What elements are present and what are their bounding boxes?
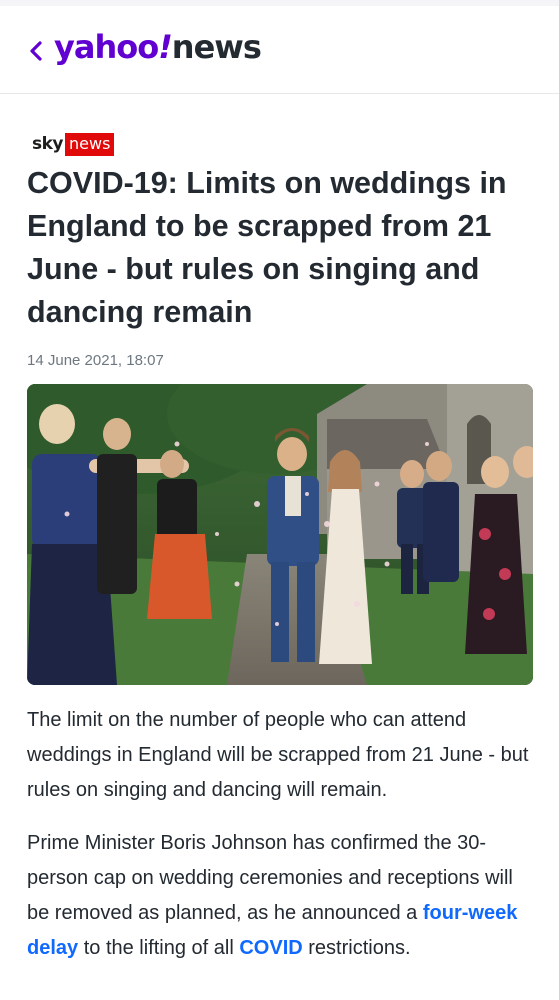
sky-news-logo[interactable]: sky news xyxy=(32,132,115,156)
logo-bang: ! xyxy=(158,28,173,66)
article-date: 14 June 2021, 18:07 xyxy=(27,352,164,369)
source-sky: sky xyxy=(32,134,64,154)
article-headline: COVID-19: Limits on weddings in England … xyxy=(27,166,507,329)
app-header: yahoo! news xyxy=(0,6,559,94)
article-paragraph-2: Prime Minister Boris Johnson has confirm… xyxy=(27,826,533,966)
chevron-left-icon xyxy=(30,41,42,61)
paragraph-2-text-3: restrictions. xyxy=(302,937,411,959)
link-covid[interactable]: COVID xyxy=(239,937,302,959)
hero-image[interactable] xyxy=(27,384,533,685)
paragraph-2-text-2: to the lifting of all xyxy=(78,937,240,959)
article-paragraph-1: The limit on the number of people who ca… xyxy=(27,709,529,801)
back-button[interactable] xyxy=(24,36,48,66)
yahoo-news-logo[interactable]: yahoo! news xyxy=(54,28,262,72)
wedding-photo xyxy=(27,384,533,685)
logo-yahoo: yahoo xyxy=(54,28,159,66)
source-news: news xyxy=(65,132,115,156)
logo-news: news xyxy=(171,28,262,66)
